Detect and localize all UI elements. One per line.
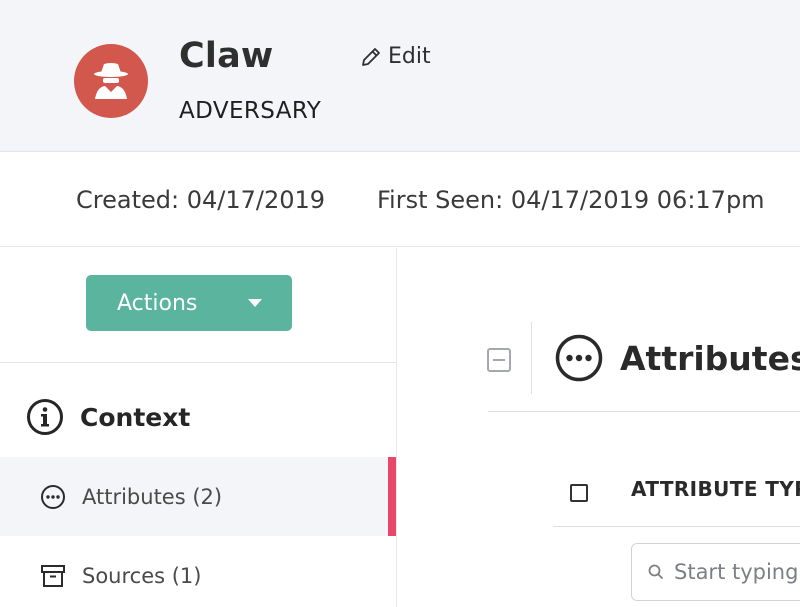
table-header-divider <box>553 526 800 527</box>
section-title: Attributes <box>554 333 800 383</box>
info-circle-icon <box>27 399 63 435</box>
active-indicator <box>388 457 396 536</box>
vertical-divider <box>531 322 532 394</box>
pencil-icon <box>362 47 380 66</box>
sidebar: Actions Context Attributes (2) Sources ( <box>0 248 397 607</box>
sidebar-divider <box>0 362 396 363</box>
select-all-checkbox[interactable] <box>570 484 588 502</box>
section-divider <box>488 411 800 412</box>
sidebar-item-label: Attributes (2) <box>82 484 223 509</box>
attribute-filter-input[interactable] <box>674 560 800 584</box>
actions-dropdown-button[interactable]: Actions <box>86 275 292 331</box>
sidebar-item-label: Sources (1) <box>82 563 202 588</box>
entity-type: ADVERSARY <box>179 98 322 124</box>
sidebar-item-attributes[interactable]: Attributes (2) <box>0 457 396 536</box>
attribute-filter-box <box>631 543 800 601</box>
meta-row: Created: 04/17/2019 First Seen: 04/17/20… <box>0 153 800 247</box>
main-panel: Attributes ATTRIBUTE TYP <box>398 248 800 607</box>
spy-icon <box>94 63 128 99</box>
context-heading: Context <box>26 398 190 436</box>
collapse-section-button[interactable] <box>487 348 511 372</box>
column-header-attribute-type[interactable]: ATTRIBUTE TYP <box>631 477 800 501</box>
first-seen-date: First Seen: 04/17/2019 06:17pm <box>377 186 765 214</box>
search-icon <box>648 564 664 580</box>
edit-link[interactable]: Edit <box>360 44 431 69</box>
ellipsis-circle-icon <box>555 334 603 382</box>
archive-box-icon <box>41 564 65 587</box>
adversary-avatar <box>74 44 148 118</box>
ellipsis-circle-icon <box>41 484 65 509</box>
edit-label: Edit <box>388 44 431 69</box>
created-date: Created: 04/17/2019 <box>76 186 326 214</box>
entity-header: Claw ADVERSARY Edit <box>0 0 800 152</box>
entity-name: Claw <box>179 36 274 76</box>
sidebar-item-sources[interactable]: Sources (1) <box>0 536 396 607</box>
actions-label: Actions <box>117 290 198 316</box>
caret-down-icon <box>248 299 262 307</box>
